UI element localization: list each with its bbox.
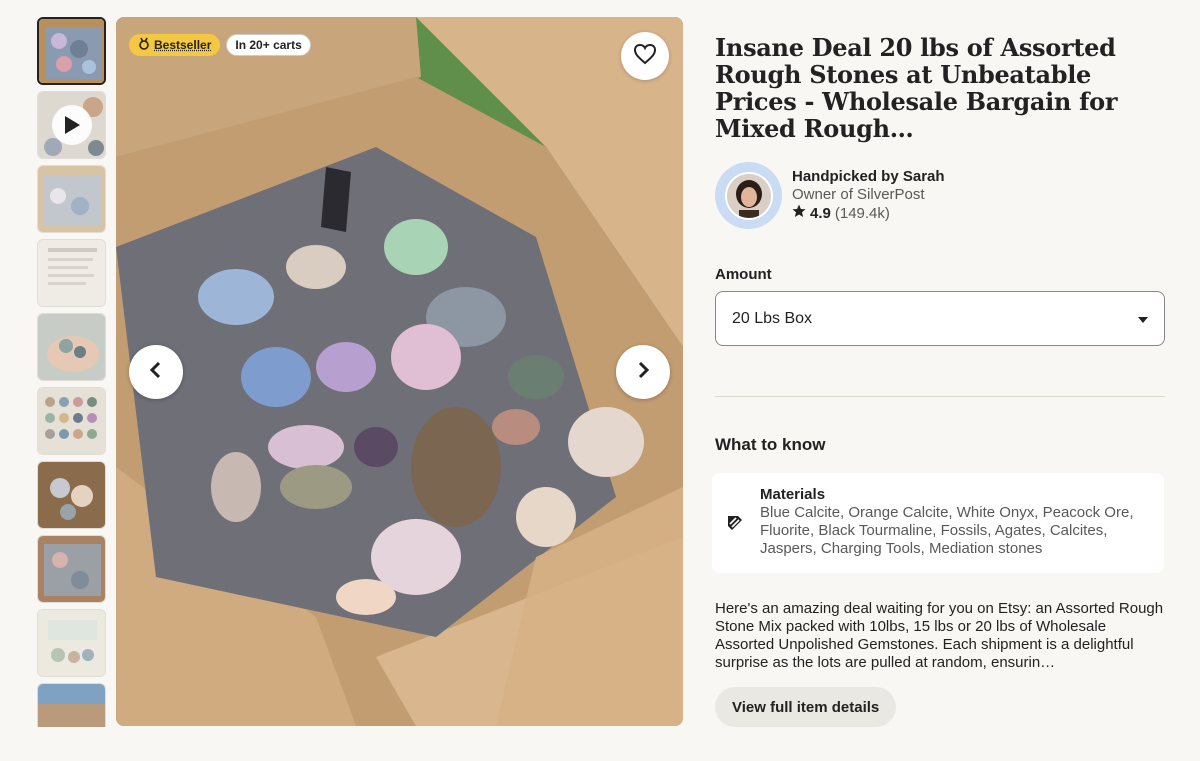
listing-page: Bestseller In 20+ carts Insane Deal 20 l… (0, 0, 1200, 761)
seller-name[interactable]: Handpicked by Sarah (792, 168, 945, 186)
thumbnail-10[interactable] (37, 683, 106, 727)
main-product-image[interactable]: Bestseller In 20+ carts (116, 17, 683, 726)
heart-icon (633, 43, 657, 70)
amount-selected-value: 20 Lbs Box (732, 310, 812, 328)
in-carts-badge: In 20+ carts (226, 34, 310, 56)
thumbnail-strip (37, 17, 107, 727)
materials-card: Materials Blue Calcite, Orange Calcite, … (712, 473, 1164, 573)
favorite-button[interactable] (621, 32, 669, 80)
amount-label: Amount (715, 266, 1165, 283)
materials-title: Materials (760, 486, 1146, 504)
thumbnail-9[interactable] (37, 609, 106, 677)
listing-info: Insane Deal 20 lbs of Assorted Rough Sto… (715, 34, 1165, 761)
seller-block: Handpicked by Sarah Owner of SilverPost … (715, 162, 1165, 229)
item-description: Here's an amazing deal waiting for you o… (715, 600, 1165, 672)
previous-image-button[interactable] (129, 345, 183, 399)
seller-details: Handpicked by Sarah Owner of SilverPost … (792, 168, 945, 223)
view-full-details-button[interactable]: View full item details (715, 687, 896, 727)
medal-icon (138, 37, 150, 53)
thumbnail-8[interactable] (37, 535, 106, 603)
chevron-left-icon (149, 361, 163, 384)
bestseller-badge[interactable]: Bestseller (129, 34, 220, 56)
thumbnail-3[interactable] (37, 165, 106, 233)
review-count: (149.4k) (835, 205, 890, 223)
seller-avatar[interactable] (715, 162, 782, 229)
play-icon (52, 105, 92, 145)
materials-list: Blue Calcite, Orange Calcite, White Onyx… (760, 504, 1146, 558)
thumbnail-6[interactable] (37, 387, 106, 455)
avatar-photo (725, 172, 773, 220)
what-to-know-heading: What to know (715, 435, 1165, 455)
seller-rating[interactable]: 4.9 (149.4k) (792, 204, 945, 223)
thumbnail-7[interactable] (37, 461, 106, 529)
thumbnail-5[interactable] (37, 313, 106, 381)
product-photo (116, 17, 683, 726)
chevron-right-icon (636, 361, 650, 384)
thumbnail-4[interactable] (37, 239, 106, 307)
materials-icon (724, 512, 746, 539)
thumbnail-video[interactable] (37, 91, 106, 159)
next-image-button[interactable] (616, 345, 670, 399)
divider (715, 396, 1165, 397)
thumbnail-1[interactable] (37, 17, 106, 85)
bestseller-label: Bestseller (154, 38, 211, 52)
star-icon (792, 204, 806, 223)
caret-down-icon (1138, 310, 1148, 328)
amount-select[interactable]: 20 Lbs Box (715, 291, 1165, 346)
rating-value: 4.9 (810, 205, 831, 223)
badge-row: Bestseller In 20+ carts (129, 34, 311, 56)
listing-title: Insane Deal 20 lbs of Assorted Rough Sto… (715, 34, 1165, 142)
shop-owner: Owner of SilverPost (792, 186, 945, 204)
